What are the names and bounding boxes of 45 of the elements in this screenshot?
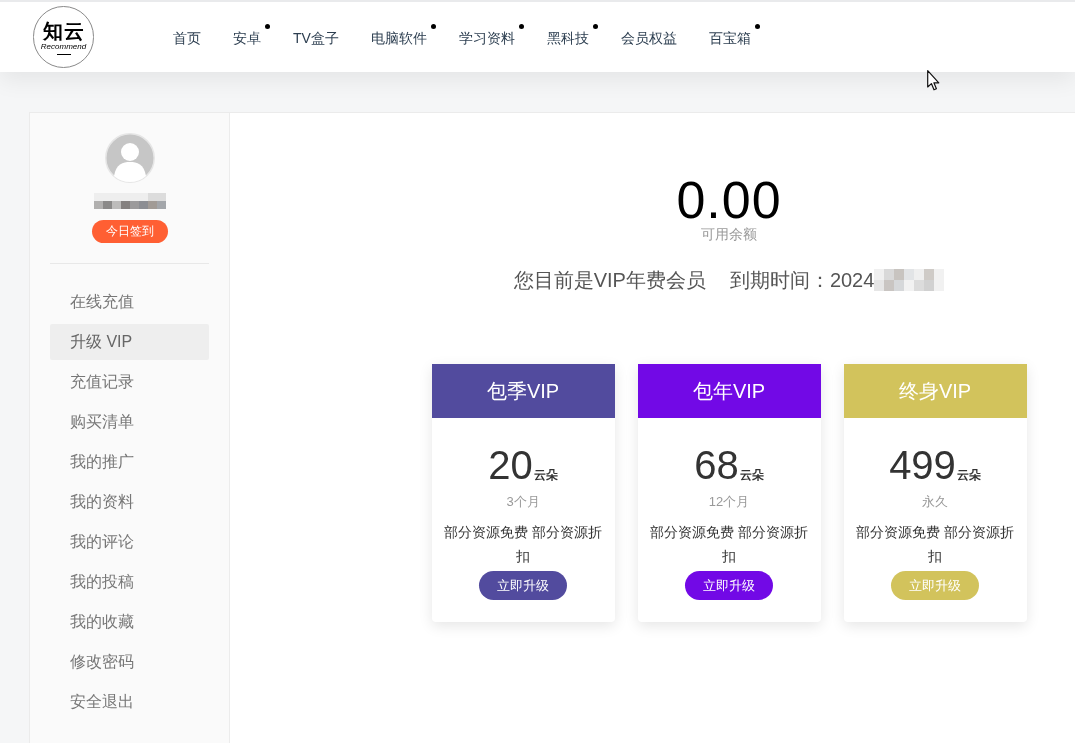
price-unit: 云朵 [956,467,981,484]
plan-title: 终身VIP [843,364,1027,418]
sidebar-menu-item[interactable]: 我的投稿 [50,564,209,600]
logo-subtitle: Recommend [40,41,87,51]
nav-link[interactable]: 会员权益 [620,28,677,48]
nav-link[interactable]: 黑科技 [546,28,589,48]
plan-description: 部分资源免费 部分资源折扣 [855,523,1015,566]
nav-link[interactable]: TV盒子 [293,28,339,48]
nav-link[interactable]: 百宝箱 [708,28,751,48]
plan-period: 3个月 [506,493,540,511]
expiry-date: 到期时间：2024 [729,268,875,293]
plan-title: 包季VIP [431,364,615,418]
sidebar-menu-item[interactable]: 充值记录 [50,364,209,400]
nav-link[interactable]: 学习资料 [458,28,515,48]
site-logo[interactable]: 知云 Recommend [33,6,94,68]
sign-in-button[interactable]: 今日签到 [91,220,168,243]
sidebar-menu-item[interactable]: 我的资料 [50,484,209,520]
price-unit: 云朵 [533,467,558,484]
membership-status: 您目前是VIP年费会员 [513,268,706,293]
plan-period: 永久 [922,493,948,511]
upgrade-button[interactable]: 立即升级 [479,571,567,600]
sidebar-menu-item[interactable]: 安全退出 [50,684,209,720]
plan-price: 68 [694,445,739,485]
sidebar-menu-item[interactable]: 我的推广 [50,444,209,480]
plan-description: 部分资源免费 部分资源折扣 [443,523,603,566]
plan-period: 12个月 [708,493,750,511]
logo-title: 知云 [42,20,85,42]
sidebar-menu-item[interactable]: 修改密码 [50,644,209,680]
upgrade-button[interactable]: 立即升级 [685,571,773,600]
avatar-icon [104,133,155,183]
plan-title: 包年VIP [637,364,821,418]
balance-label: 可用余额 [701,225,757,243]
sidebar-menu-item[interactable]: 我的收藏 [50,604,209,640]
plan-price: 20 [488,445,533,485]
nav-link[interactable]: 电脑软件 [370,28,427,48]
plan-price: 499 [889,445,956,485]
balance-amount: 0.00 [676,173,782,227]
sidebar-menu-item[interactable]: 在线充值 [50,284,209,320]
sidebar-menu-item[interactable]: 购买清单 [50,404,209,440]
nav-link[interactable]: 安卓 [233,28,261,48]
price-unit: 云朵 [739,467,764,484]
sidebar-menu-item[interactable]: 升级 VIP [50,324,209,360]
sidebar-menu-item[interactable]: 我的评论 [50,524,209,560]
plan-description: 部分资源免费 部分资源折扣 [649,523,809,566]
nav-link[interactable]: 首页 [173,28,201,48]
